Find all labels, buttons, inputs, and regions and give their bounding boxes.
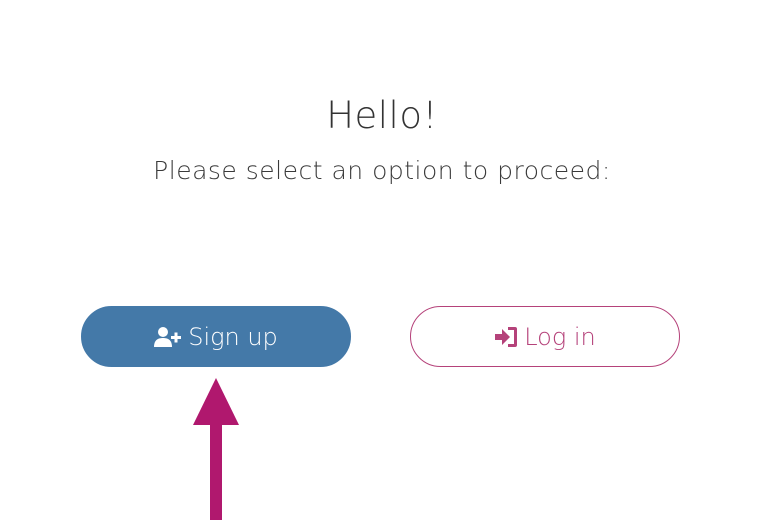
log-in-label: Log in (524, 322, 596, 351)
sign-in-icon (494, 326, 518, 348)
log-in-button[interactable]: Log in (410, 306, 680, 367)
sign-up-label: Sign up (188, 322, 278, 351)
page: Hello! Please select an option to procee… (0, 0, 784, 520)
user-plus-icon (154, 326, 182, 348)
page-subtitle: Please select an option to proceed: (153, 156, 611, 185)
sign-up-button[interactable]: Sign up (81, 306, 351, 367)
page-title: Hello! (326, 94, 438, 137)
up-arrow-icon (192, 378, 240, 520)
